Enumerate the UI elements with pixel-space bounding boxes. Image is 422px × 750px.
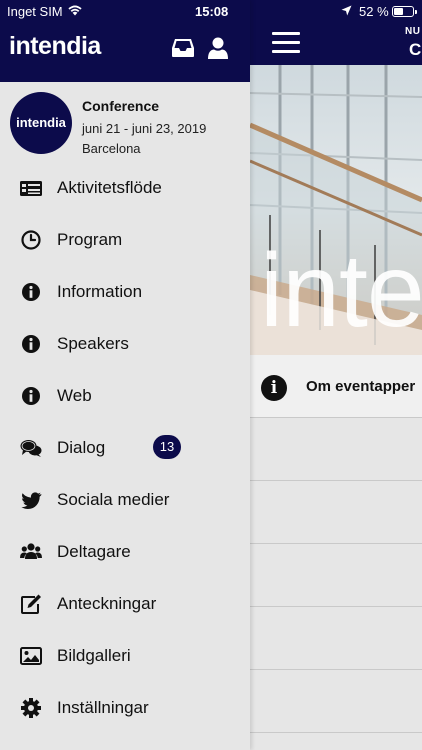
battery-percentage: 52 % (359, 4, 389, 19)
list-item[interactable] (250, 670, 422, 733)
menu-item-speakers[interactable]: Speakers (0, 318, 250, 370)
menu-item-label: Bildgalleri (57, 646, 131, 665)
wifi-icon (68, 5, 82, 16)
menu-item-label: Speakers (57, 334, 129, 353)
info-icon (22, 335, 40, 353)
menu-item-label: Inställningar (57, 698, 149, 717)
hero-logo-text: inte (260, 233, 422, 349)
news-feed-icon (20, 181, 42, 196)
list-item-label: Om eventapper (306, 378, 416, 395)
list-item[interactable] (250, 544, 422, 607)
menu-item-activity-feed[interactable]: Aktivitetsflöde (0, 162, 250, 214)
side-drawer: intendia intendia Conference juni 21 - j… (0, 0, 250, 750)
chat-bubbles-icon (20, 440, 42, 457)
menu-item-information[interactable]: Information (0, 266, 250, 318)
user-profile-icon[interactable] (208, 37, 228, 60)
info-icon: i (261, 375, 287, 401)
menu-item-dialog[interactable]: Dialog 13 (0, 422, 250, 474)
status-bar: Inget SIM 15:08 52 % (0, 0, 422, 22)
clock-icon (21, 230, 41, 250)
menu-item-participants[interactable]: Deltagare (0, 526, 250, 578)
event-logo: intendia (10, 92, 72, 154)
info-icon (22, 387, 40, 405)
hamburger-menu-icon[interactable] (272, 32, 300, 54)
header-subtitle: NU (405, 26, 421, 37)
menu-item-web[interactable]: Web (0, 370, 250, 422)
users-icon (20, 543, 42, 559)
list-item[interactable] (250, 481, 422, 544)
list-item[interactable] (250, 607, 422, 670)
battery-icon (392, 6, 417, 17)
info-icon (22, 283, 40, 301)
list-item[interactable] (250, 418, 422, 481)
menu-item-social-media[interactable]: Sociala medier (0, 474, 250, 526)
event-logo-text: intendia (16, 115, 66, 130)
event-dates: juni 21 - juni 23, 2019 (82, 121, 207, 136)
menu-item-label: Sociala medier (57, 490, 170, 509)
brand-logo: intendia (9, 32, 101, 60)
menu-item-label: Aktivitetsflöde (57, 178, 162, 197)
menu-item-image-gallery[interactable]: Bildgalleri (0, 630, 250, 682)
menu-item-label: Web (57, 386, 92, 405)
twitter-bird-icon (21, 492, 42, 509)
menu-item-program[interactable]: Program (0, 214, 250, 266)
unread-count-badge: 13 (153, 435, 181, 459)
menu-item-label: Program (57, 230, 123, 249)
menu-item-notes[interactable]: Anteckningar (0, 578, 250, 630)
battery-level-fill (394, 8, 404, 15)
menu-item-label: Information (57, 282, 143, 301)
menu-item-label: Dialog (57, 438, 106, 457)
gear-icon (21, 698, 41, 718)
menu-item-label: Anteckningar (57, 594, 157, 613)
hero-image: inte (250, 65, 422, 355)
main-content: NU C inte i Om eventapper (250, 0, 422, 750)
menu-item-settings[interactable]: Inställningar (0, 682, 250, 734)
content-list: i Om eventapper (250, 355, 422, 733)
list-item[interactable]: i Om eventapper (250, 355, 422, 418)
header-title: C (409, 40, 422, 59)
inbox-icon[interactable] (171, 38, 195, 58)
menu-item-label: Deltagare (57, 542, 131, 561)
edit-note-icon (21, 594, 41, 614)
app-screen: NU C inte i Om eventapper intendia inten… (0, 0, 422, 750)
carrier-label: Inget SIM (7, 4, 63, 19)
image-gallery-icon (20, 647, 42, 665)
event-title: Conference (82, 98, 160, 114)
event-location: Barcelona (82, 141, 141, 156)
status-time: 15:08 (195, 4, 229, 19)
location-arrow-icon (341, 5, 352, 16)
drawer-menu: Aktivitetsflöde Program Information Spea… (0, 162, 250, 734)
